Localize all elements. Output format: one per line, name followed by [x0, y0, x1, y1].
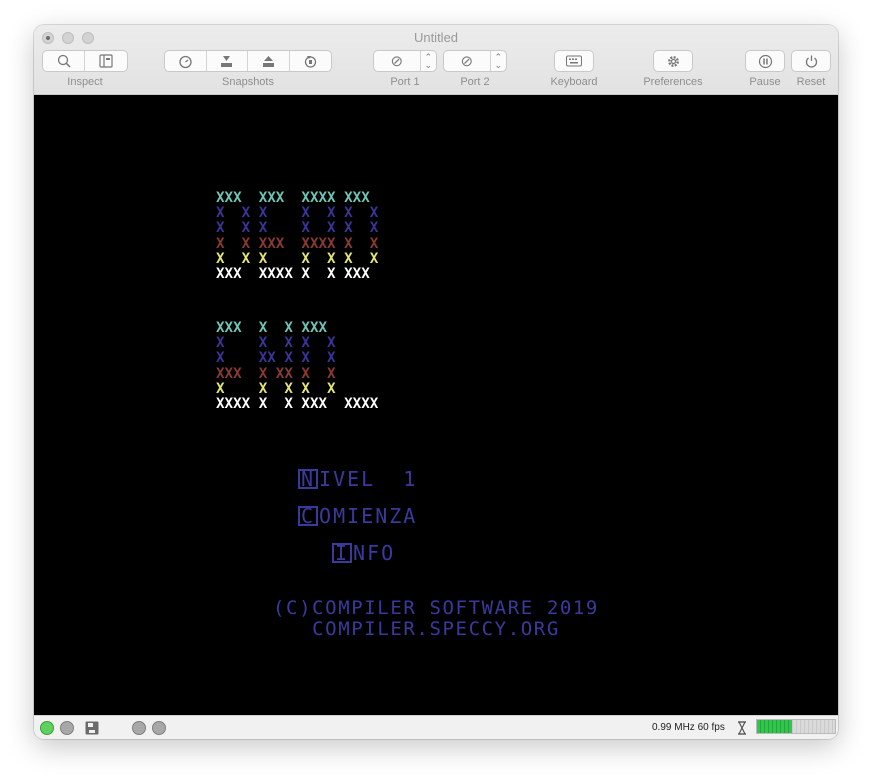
- reset-button[interactable]: [791, 50, 831, 72]
- keyboard-button[interactable]: [554, 50, 594, 72]
- updown-chevron-icon: ⌃ ⌄: [424, 52, 433, 70]
- restore-snapshot-icon: [262, 55, 274, 67]
- inspect-label: Inspect: [67, 76, 103, 88]
- logo-row: X X X X X X X: [216, 250, 379, 267]
- snapshots-label: Snapshots: [222, 76, 274, 88]
- speed-meter-fill: [757, 720, 793, 733]
- take-snapshot-icon: [221, 55, 233, 67]
- drive-led-icon: [152, 721, 166, 735]
- snapshot-timer-button[interactable]: [165, 51, 207, 71]
- logo-row: X X X X X: [216, 335, 379, 352]
- drive-led-icon: [60, 721, 74, 735]
- window-title: Untitled: [413, 30, 459, 45]
- website-line: COMPILER.SPECCY.ORG: [312, 618, 560, 640]
- pause-button[interactable]: [745, 50, 785, 72]
- menu-key-highlight: N: [298, 469, 319, 489]
- port2-label: Port 2: [460, 76, 490, 88]
- menu-item-nivel: N IVEL 1: [298, 467, 417, 491]
- gear-icon: [667, 55, 679, 67]
- revert-snapshot-button[interactable]: [290, 51, 331, 71]
- port2-select[interactable]: ⊘ ⌃ ⌄: [443, 50, 507, 72]
- magnifier-icon: [57, 54, 71, 68]
- preferences-label: Preferences: [643, 76, 703, 88]
- no-device-icon: ⊘: [374, 51, 421, 71]
- timer-icon: [179, 55, 192, 68]
- snapshots-group: [164, 50, 332, 72]
- menu-item-label: IVEL 1: [319, 467, 418, 491]
- menu-item-info: I NFO: [332, 541, 395, 565]
- logo-row: X XX X X X: [216, 350, 379, 367]
- copyright-line: (C)COMPILER SOFTWARE 2019: [273, 597, 599, 619]
- preferences-button[interactable]: [653, 50, 693, 72]
- inspect-panel-icon: [99, 54, 113, 68]
- take-snapshot-button[interactable]: [207, 51, 248, 71]
- logo-dead: XXX XXX XXXX XXX X X X X X X XX X X X X …: [216, 190, 536, 282]
- toolbar: Untitled Inspect Snapshots ⊘ ⌃ ⌄ Port 1 …: [34, 25, 838, 95]
- hourglass-icon[interactable]: [737, 721, 747, 735]
- emulator-screen[interactable]: XXX XXX XXXX XXX X X X X X X XX X X X X …: [34, 95, 838, 715]
- emulator-window: Untitled Inspect Snapshots ⊘ ⌃ ⌄ Port 1 …: [34, 25, 838, 739]
- logo-row: X X X X X: [216, 380, 379, 397]
- inspect-panel-button[interactable]: [85, 51, 127, 71]
- reset-label: Reset: [796, 76, 826, 88]
- logo-row: XXX XXXX X X XXX: [216, 265, 379, 282]
- speed-readout: 0.99 MHz 60 fps: [652, 722, 725, 733]
- restore-snapshot-button[interactable]: [248, 51, 290, 71]
- inspect-button[interactable]: [43, 51, 86, 71]
- drive-led-icon: [40, 721, 54, 735]
- updown-chevron-icon: ⌃ ⌄: [494, 52, 503, 70]
- no-device-icon: ⊘: [444, 51, 491, 71]
- menu-key-highlight: I: [332, 543, 353, 563]
- port1-label: Port 1: [390, 76, 420, 88]
- logo-row: X X X X X X X: [216, 205, 379, 222]
- menu-key-highlight: C: [298, 506, 319, 526]
- logo-end: XXX X X XXX X X X X X X XX X X X XXX X X…: [216, 320, 536, 412]
- disk-icon[interactable]: [85, 721, 99, 735]
- menu-item-comienza: C OMIENZA: [298, 504, 417, 528]
- logo-row: XXX X XX X X: [216, 365, 379, 382]
- logo-row: XXX XXX XXXX XXX: [216, 190, 379, 206]
- logo-row: XXXX X X XXX XXXX: [216, 395, 379, 412]
- logo-row: XXX X X XXX: [216, 320, 379, 336]
- power-icon: [805, 55, 817, 68]
- menu-item-label: OMIENZA: [319, 504, 418, 528]
- menu-item-label: NFO: [353, 541, 396, 565]
- inspect-group: [42, 50, 128, 72]
- revert-icon: [304, 55, 316, 68]
- keyboard-icon: [566, 55, 582, 67]
- port1-select[interactable]: ⊘ ⌃ ⌄: [373, 50, 437, 72]
- drive-led-icon: [132, 721, 146, 735]
- speed-meter: [756, 719, 836, 734]
- logo-row: X X XXX XXXX X X: [216, 235, 379, 252]
- status-bar: 0.99 MHz 60 fps: [34, 715, 838, 739]
- logo-row: X X X X X X X: [216, 220, 379, 237]
- pause-icon: [758, 54, 772, 68]
- keyboard-label: Keyboard: [550, 76, 598, 88]
